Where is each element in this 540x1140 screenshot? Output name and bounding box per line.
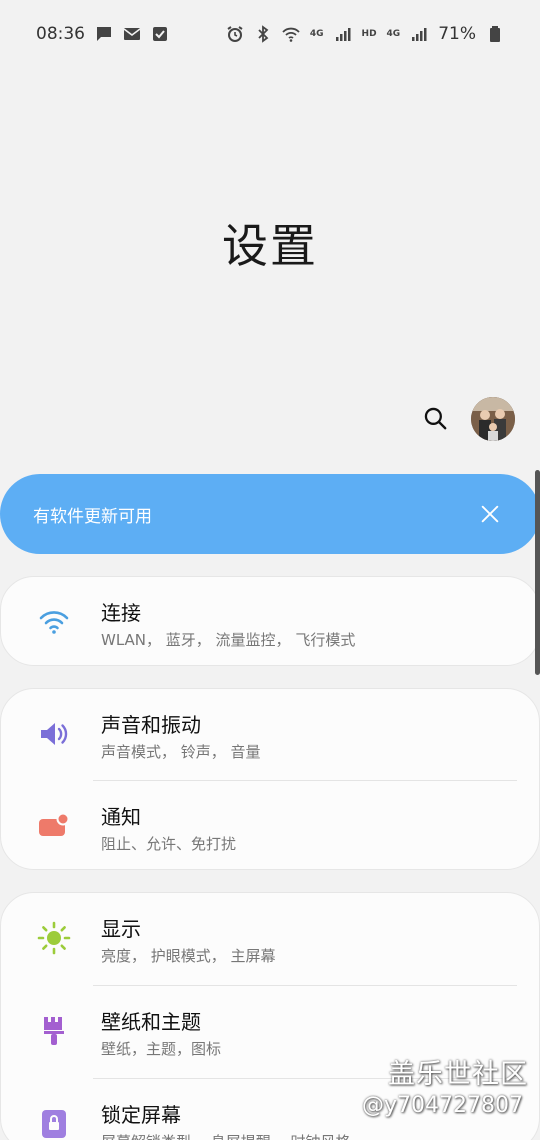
update-banner[interactable]: 有软件更新可用: [0, 474, 540, 554]
network-type-2: 4G: [386, 29, 401, 39]
settings-item-connections[interactable]: 连接 WLAN， 蓝牙， 流量监控， 飞行模式: [1, 577, 540, 669]
speaker-icon: [37, 717, 71, 751]
message-icon: [95, 25, 113, 43]
page-title: 设置: [222, 219, 318, 273]
status-right: 4G HD 4G 71%: [226, 24, 504, 44]
signal-icon: [410, 25, 428, 43]
item-title: 壁纸和主题: [101, 1010, 201, 1034]
battery-icon: [486, 25, 504, 43]
item-subtitle: WLAN， 蓝牙， 流量监控， 飞行模式: [101, 631, 356, 649]
bluetooth-icon: [254, 25, 272, 43]
close-icon: [481, 505, 499, 523]
mail-icon: [123, 25, 141, 43]
update-banner-text: 有软件更新可用: [33, 506, 152, 527]
item-subtitle: 亮度， 护眼模式， 主屏幕: [101, 947, 276, 965]
item-title: 声音和振动: [101, 713, 201, 737]
paintbrush-icon: [37, 1014, 71, 1048]
watermark-line2: @y704727807: [362, 1093, 523, 1118]
signal-icon: [334, 25, 352, 43]
banner-close-button[interactable]: [476, 500, 504, 528]
settings-group-connections: 连接 WLAN， 蓝牙， 流量监控， 飞行模式: [0, 576, 540, 666]
brightness-icon: [37, 921, 71, 955]
hd-indicator: HD: [361, 29, 377, 39]
search-button[interactable]: [420, 403, 452, 435]
item-title: 显示: [101, 917, 141, 941]
settings-item-display[interactable]: 显示 亮度， 护眼模式， 主屏幕: [1, 893, 540, 985]
search-icon: [424, 407, 447, 430]
status-left: 08:36: [36, 24, 169, 44]
item-title: 锁定屏幕: [101, 1103, 181, 1127]
settings-group-sound: 声音和振动 声音模式， 铃声， 音量 通知 阻止、允许、免打扰: [0, 688, 540, 870]
watermark-line1: 盖乐世社区: [388, 1059, 528, 1090]
notification-icon: [37, 809, 71, 843]
lock-icon: [37, 1107, 71, 1140]
scrollbar[interactable]: [535, 470, 540, 675]
item-title: 通知: [101, 805, 141, 829]
status-time: 08:36: [36, 24, 85, 44]
item-subtitle: 声音模式， 铃声， 音量: [101, 743, 261, 761]
settings-item-sound[interactable]: 声音和振动 声音模式， 铃声， 音量: [1, 689, 540, 781]
settings-item-notifications[interactable]: 通知 阻止、允许、免打扰: [1, 781, 540, 873]
status-bar: 08:36 4G HD 4G 71%: [0, 0, 540, 68]
avatar[interactable]: [471, 397, 515, 441]
wifi-icon: [282, 25, 300, 43]
battery-percent: 71%: [438, 24, 476, 44]
item-subtitle: 壁纸，主题，图标: [101, 1040, 222, 1058]
checkbox-icon: [151, 25, 169, 43]
item-subtitle: 屏幕解锁类型， 息屏提醒， 时钟风格: [101, 1131, 351, 1140]
alarm-icon: [226, 25, 244, 43]
wifi-icon: [37, 605, 71, 639]
network-type-1: 4G: [309, 29, 324, 39]
item-subtitle: 阻止、允许、免打扰: [101, 835, 237, 853]
item-title: 连接: [101, 601, 141, 625]
